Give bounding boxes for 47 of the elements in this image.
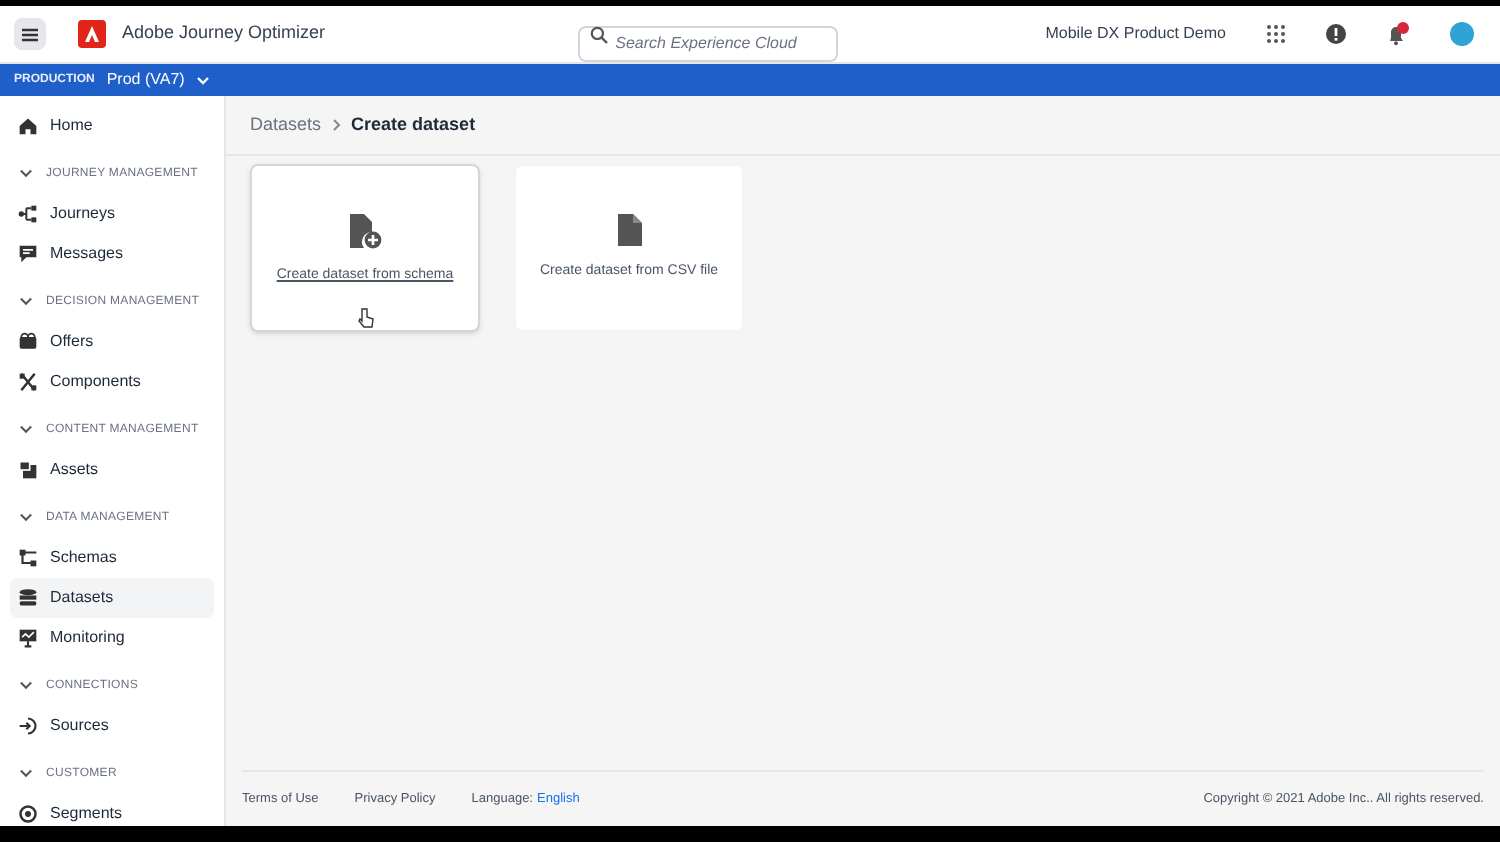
target-icon — [18, 804, 38, 824]
database-icon — [18, 588, 38, 608]
house-icon — [18, 116, 38, 136]
chevron-icon[interactable] — [18, 296, 34, 308]
logo-icon — [78, 20, 106, 48]
breadcrumb[interactable]: Datasets — [250, 111, 322, 139]
image-stack-icon — [18, 460, 38, 480]
chevron-icon[interactable] — [18, 424, 34, 436]
sidebar-item[interactable]: Schemas — [10, 538, 214, 578]
monitor-chart-icon — [18, 628, 38, 648]
document-plus-icon — [349, 214, 381, 250]
sidebar-item[interactable]: Home — [10, 106, 214, 146]
notification-bell-icon[interactable] — [1386, 22, 1410, 46]
sandbox-picker[interactable]: Prod (VA7) — [106, 68, 211, 92]
sidebar-item[interactable]: Journeys — [10, 194, 214, 234]
menu-icon — [22, 27, 38, 41]
search-field[interactable]: Search Experience Cloud — [577, 25, 838, 61]
sidebar-item[interactable]: Components — [10, 362, 214, 402]
sidebar-item[interactable]: Assets — [10, 450, 214, 490]
pointer-cursor-icon — [357, 307, 373, 327]
app-title: Adobe Journey Optimizer — [122, 20, 326, 47]
speech-bubble-icon — [18, 244, 38, 264]
menu-button[interactable] — [14, 18, 46, 50]
chevron-icon[interactable] — [18, 512, 34, 524]
chevron-icon[interactable] — [18, 768, 34, 780]
branch-icon — [18, 204, 38, 224]
sidebar-item[interactable]: Datasets — [10, 578, 214, 618]
org-name[interactable]: Mobile DX Product Demo — [1045, 22, 1226, 46]
sidebar-item[interactable]: Messages — [10, 234, 214, 274]
chevron-icon[interactable] — [18, 680, 34, 692]
gift-icon — [18, 332, 38, 352]
chevron-icon[interactable] — [18, 168, 34, 180]
sidebar-item[interactable]: Sources — [10, 706, 214, 746]
document-icon — [617, 214, 641, 246]
chevron-right-icon — [331, 118, 342, 132]
sidebar-item[interactable]: Offers — [10, 322, 214, 362]
sidebar-item[interactable]: Segments — [10, 794, 214, 826]
arrow-in-circle-icon — [18, 716, 38, 736]
chevron-down-icon — [196, 75, 211, 85]
cross-icon — [18, 372, 38, 392]
search-icon — [589, 25, 608, 43]
help-icon[interactable] — [1326, 24, 1346, 44]
sidebar-item[interactable]: Monitoring — [10, 618, 214, 658]
breadcrumb: Create dataset — [351, 111, 476, 138]
apps-grid-icon[interactable] — [1266, 24, 1286, 44]
avatar[interactable] — [1450, 22, 1474, 46]
tree-icon — [18, 548, 38, 568]
